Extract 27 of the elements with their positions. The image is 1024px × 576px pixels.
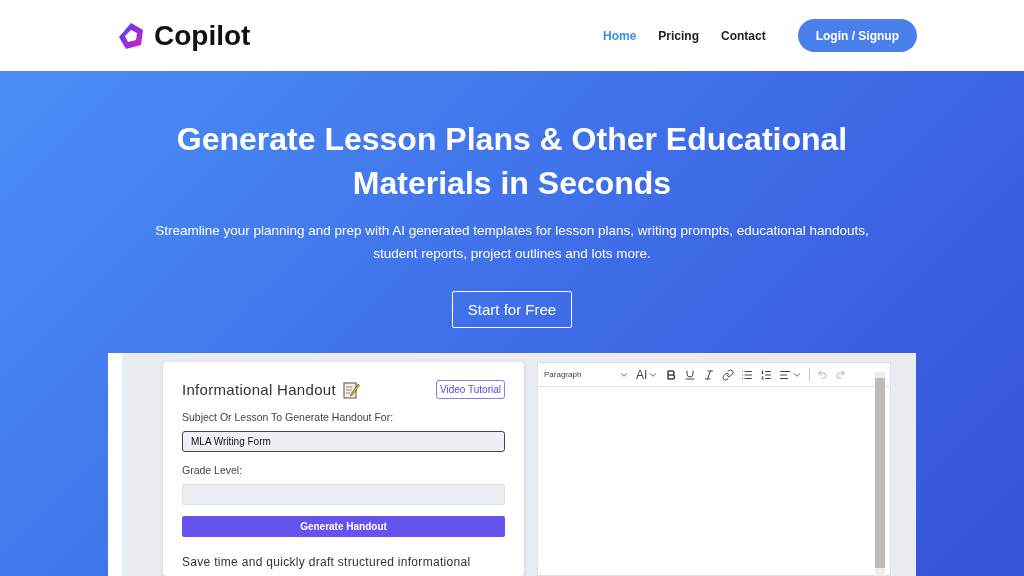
grade-input-field[interactable] [182,484,505,505]
field-label: Grade Level: [182,464,244,476]
field-label: Subject Or Lesson To Generate Handout For: [182,411,395,423]
ai-dropdown[interactable]: AI [636,367,648,382]
bullet-list-icon[interactable] [741,368,754,381]
scrollbar[interactable] [875,372,885,576]
start-button[interactable]: Start for Free [451,291,573,328]
italic-icon[interactable] [703,368,716,381]
numbered-list-icon[interactable] [760,368,773,381]
logo-icon [116,20,146,51]
memo-icon [341,380,360,399]
description-text: Save time and quickly draft structured informational [182,555,472,569]
generate-button[interactable]: Generate Handout [182,516,505,537]
video-tutorial-button[interactable]: Video Tutorial [436,380,505,399]
login-signup-button[interactable]: Login / Signup [797,19,917,52]
nav-link[interactable]: Pricing [658,28,699,43]
link-icon[interactable] [722,368,735,381]
form-title: Informational Handout [182,381,336,398]
align-left-icon[interactable] [779,368,792,381]
bold-icon[interactable] [665,368,678,381]
nav-link[interactable]: Contact [721,28,766,43]
hero-title: Generate Lesson Plans & Other Educational Materials in Seconds [175,120,849,203]
underline-icon[interactable] [684,368,697,381]
subject-input-field[interactable]: MLA Writing Form [182,431,505,452]
paragraph-dropdown[interactable]: Paragraph [544,370,612,379]
logo-text[interactable]: Copilot [154,19,251,52]
hero-subtitle: Streamline your planning and prep with AI generated templates for lesson plans, writing prompts, educational handouts, student reports, project outlines and lots more. [154,222,870,263]
